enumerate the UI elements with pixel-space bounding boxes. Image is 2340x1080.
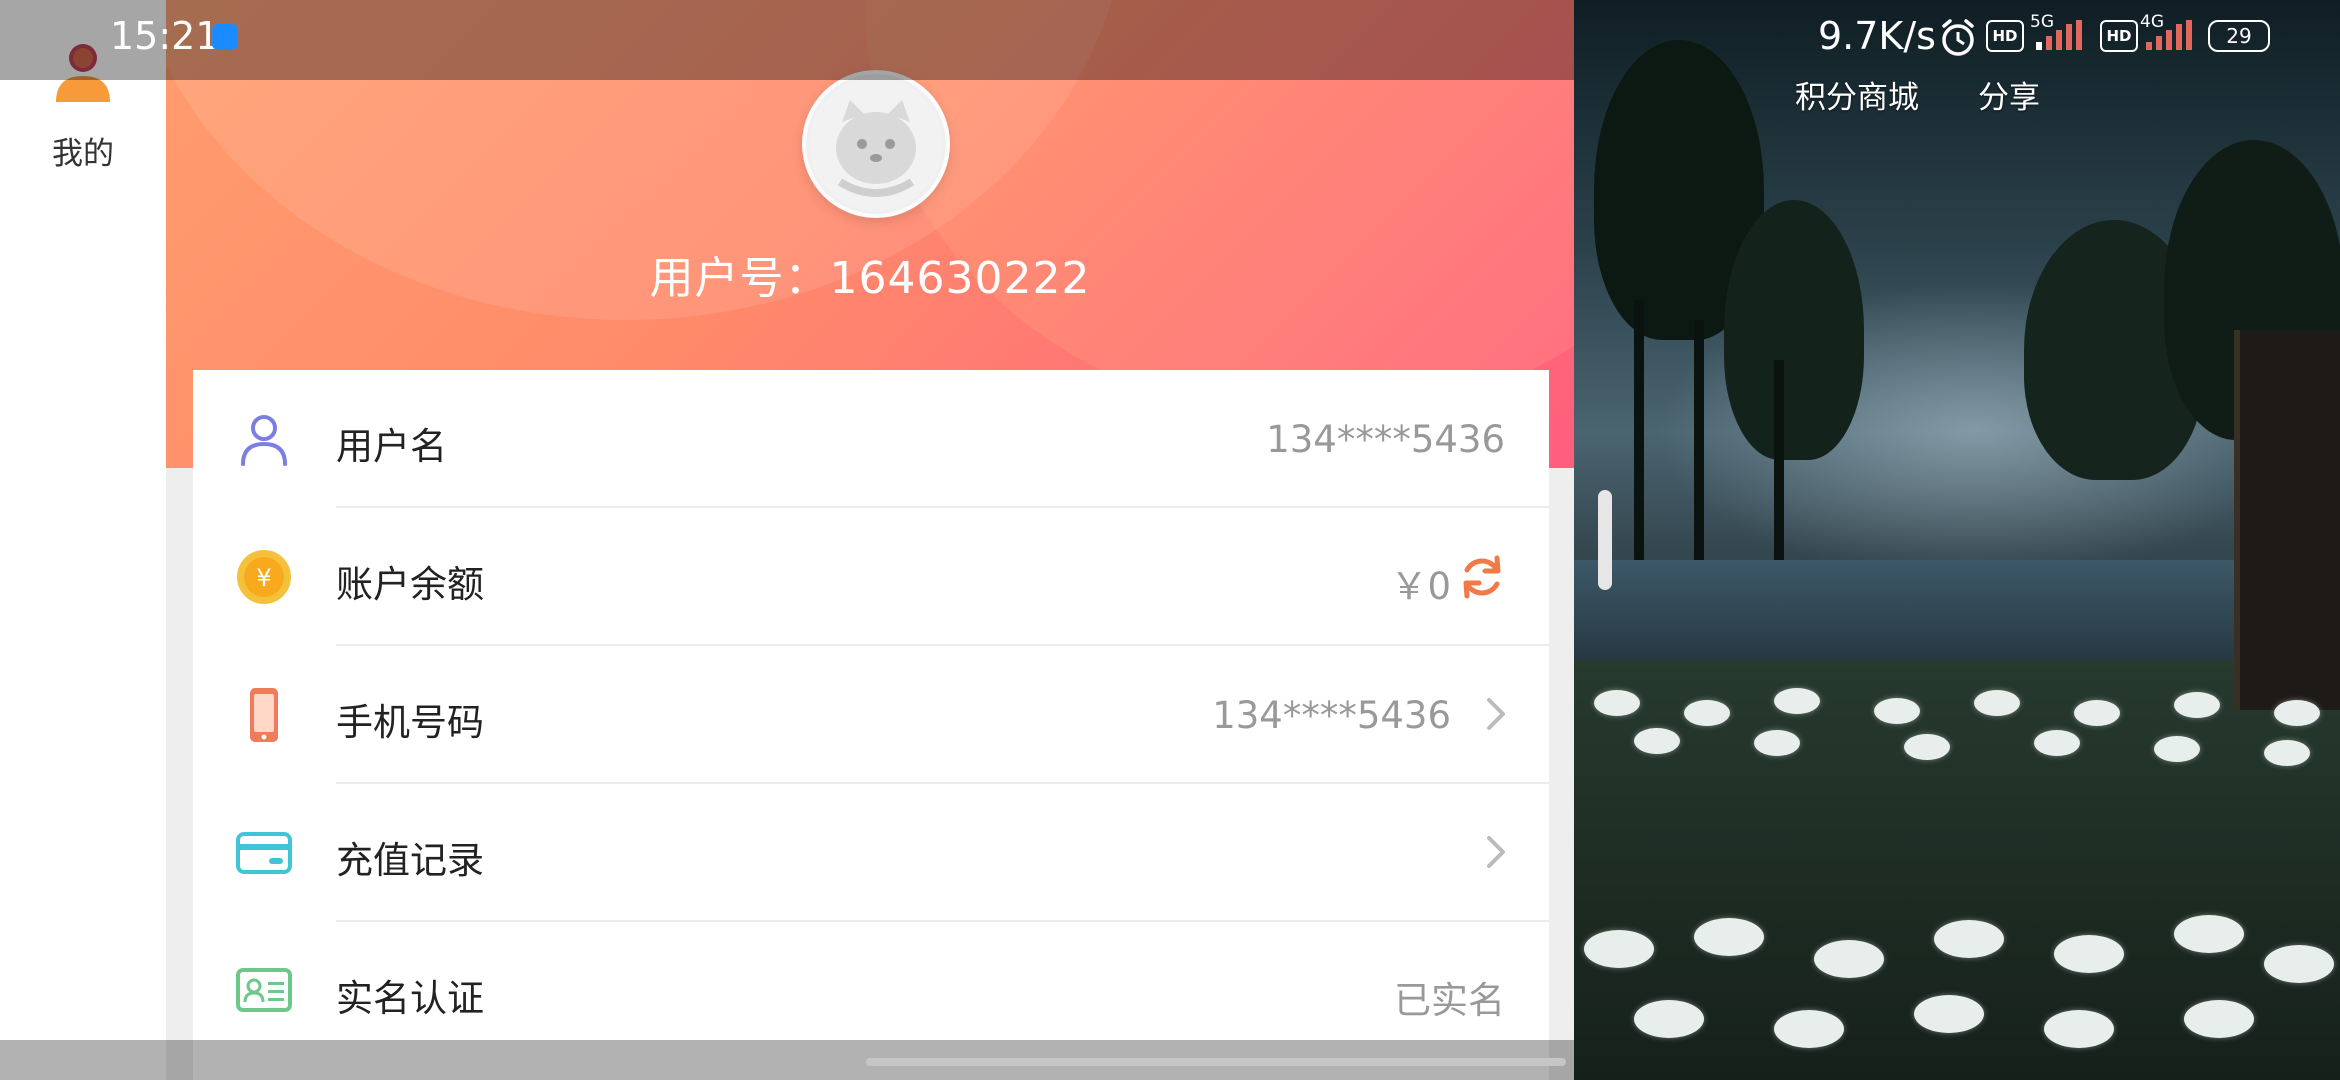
flower: [2054, 935, 2124, 973]
nav-label-mine[interactable]: 我的: [0, 128, 166, 173]
signal-bars-icon: [2146, 20, 2192, 50]
flower: [1914, 995, 1984, 1033]
tree-trunk: [1634, 300, 1644, 580]
chevron-right-icon: [1477, 832, 1513, 872]
list-item-label: 实名认证: [336, 977, 484, 1020]
list-item-value: 134****5436: [1266, 418, 1505, 461]
list-item-phone[interactable]: 手机号码 134****5436: [193, 646, 1549, 784]
flower: [1934, 920, 2004, 958]
flower: [1684, 700, 1730, 726]
flower: [2034, 730, 2080, 756]
flower: [2274, 700, 2320, 726]
flower: [1634, 1000, 1704, 1038]
list-item-label: 手机号码: [336, 701, 484, 744]
user-outline-icon: [235, 410, 293, 468]
scroll-handle[interactable]: [1598, 490, 1612, 590]
list-item-value: 已实名: [1394, 979, 1505, 1022]
flower: [1774, 1010, 1844, 1048]
flower: [1754, 730, 1800, 756]
list-item-value: 134****5436: [1212, 694, 1451, 737]
signal-bars-icon: [2036, 20, 2082, 50]
tree-trunk: [1774, 360, 1784, 580]
home-indicator[interactable]: [866, 1058, 1566, 1066]
status-bar: 15:21 9.7K/s HD 5G HD 4G 29: [0, 0, 2340, 80]
list-item-label: 用户名: [336, 425, 447, 468]
tree-trunk: [1694, 320, 1704, 580]
flower: [2184, 1000, 2254, 1038]
profile-panel: 用户号：164630222 用户名 134****5436 ¥ 账户余额 ￥0 …: [166, 0, 1574, 1080]
list-item-label: 账户余额: [336, 563, 484, 606]
cat-avatar-icon: [810, 78, 942, 210]
flower: [1974, 690, 2020, 716]
water: [1574, 560, 2340, 670]
svg-text:¥: ¥: [256, 564, 271, 592]
coin-icon: ¥: [235, 548, 293, 606]
battery-icon: 29: [2208, 20, 2270, 52]
flower: [1694, 918, 1764, 956]
flower: [1594, 690, 1640, 716]
flower: [2264, 740, 2310, 766]
clock: 15:21: [110, 14, 220, 58]
flower: [1634, 728, 1680, 754]
flower: [1904, 734, 1950, 760]
pavilion: [2234, 330, 2340, 710]
flower: [2044, 1010, 2114, 1048]
list-item-balance[interactable]: ¥ 账户余额 ￥0: [193, 508, 1549, 646]
hd-voice-icon: HD: [1986, 20, 2024, 52]
flower: [2174, 915, 2244, 953]
list-item-username[interactable]: 用户名 134****5436: [193, 370, 1549, 508]
chevron-right-icon: [1477, 694, 1513, 734]
app-notification-icon: [212, 24, 238, 50]
refresh-icon[interactable]: [1457, 552, 1507, 602]
flower: [1774, 688, 1820, 714]
flower: [1814, 940, 1884, 978]
phone-icon: [235, 686, 293, 744]
flower: [2264, 945, 2334, 983]
user-id-label: 用户号：164630222: [649, 253, 1091, 304]
left-nav: 我的: [0, 0, 166, 1080]
hd-voice-icon: HD: [2100, 20, 2138, 52]
balance-value: ￥0: [1390, 565, 1451, 608]
flower: [1584, 930, 1654, 968]
game-scene: [1574, 0, 2340, 1080]
avatar[interactable]: [802, 70, 950, 218]
account-info-list: 用户名 134****5436 ¥ 账户余额 ￥0 手机号码 134****54…: [193, 370, 1549, 1080]
bamboo-tree: [1724, 200, 1864, 460]
flower: [2174, 692, 2220, 718]
flower: [2154, 736, 2200, 762]
alarm-icon: [1942, 19, 1974, 56]
id-card-icon: [235, 962, 293, 1020]
flower: [2074, 700, 2120, 726]
card-icon: [235, 824, 293, 882]
list-item-recharge-history[interactable]: 充值记录: [193, 784, 1549, 922]
net-speed: 9.7K/s: [1818, 14, 1936, 58]
list-item-label: 充值记录: [336, 839, 484, 882]
flower: [1874, 698, 1920, 724]
